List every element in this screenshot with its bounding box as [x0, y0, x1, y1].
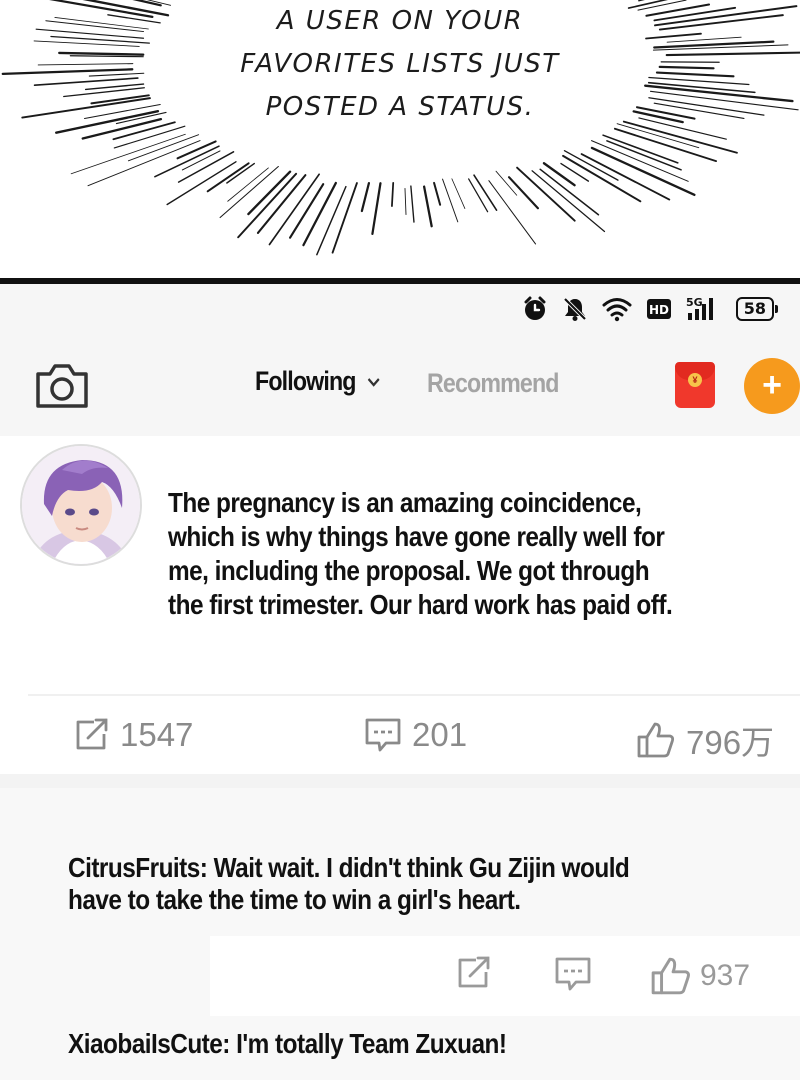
battery-level: 58: [735, 297, 774, 321]
hd-label: HD: [649, 303, 669, 317]
comment-line: XiaobaiIsCute: I'm totally Team Zuxuan!: [68, 1028, 507, 1059]
share-icon: [458, 956, 490, 988]
post-divider: [28, 694, 800, 696]
avatar-image: [22, 446, 140, 564]
share-button[interactable]: 1547: [74, 716, 193, 754]
thumbs-up-icon: [637, 722, 675, 758]
compose-button[interactable]: +: [744, 358, 800, 414]
battery-indicator: 58: [735, 297, 778, 321]
mute-icon: [563, 297, 587, 321]
narration-caption: A USER ON YOUR FAVORITES LISTS JUST POST…: [170, 0, 630, 129]
section-separator: [0, 774, 800, 788]
battery-cap: [775, 305, 778, 313]
network-label: 5G: [686, 296, 703, 309]
like-button[interactable]: 796万: [636, 716, 774, 764]
caption-line: A USER ON YOUR: [276, 6, 524, 36]
camera-icon: [36, 364, 88, 408]
post-line: the first trimester. Our hard work has p…: [168, 589, 673, 620]
post-text: The pregnancy is an amazing coincidence,…: [168, 486, 788, 622]
caption-line: POSTED A STATUS.: [265, 92, 535, 122]
post-line: me, including the proposal. We got throu…: [168, 555, 650, 586]
status-bar: HD 5G 58: [522, 294, 778, 324]
comment-item: CitrusFruits: Wait wait. I didn't think …: [68, 852, 713, 916]
comment-item: XiaobaiIsCute: I'm totally Team Zuxuan!: [68, 1028, 572, 1060]
comment-like-count: 937: [700, 959, 751, 992]
post-line: The pregnancy is an amazing coincidence,: [168, 487, 642, 518]
comment-line: have to take the time to win a girl's he…: [68, 884, 521, 915]
share-icon: [76, 718, 108, 750]
avatar[interactable]: [20, 444, 142, 566]
chevron-down-icon: [367, 377, 380, 387]
comments-section: CitrusFruits: Wait wait. I didn't think …: [0, 788, 800, 1080]
post-line: which is why things have gone really wel…: [168, 521, 665, 552]
tab-following[interactable]: Following: [255, 366, 380, 397]
red-packet-button[interactable]: ¥: [675, 362, 715, 408]
tab-following-label: Following: [255, 366, 356, 396]
comment-like-button[interactable]: 937: [650, 956, 750, 996]
signal-5g-icon: 5G: [686, 296, 713, 320]
comic-panel-top: A USER ON YOUR FAVORITES LISTS JUST POST…: [0, 0, 800, 280]
comment-icon: [365, 718, 401, 752]
alarm-icon: [524, 296, 546, 320]
comment-icon: [555, 957, 591, 991]
comment-button[interactable]: 201: [364, 716, 467, 754]
comment-share-button[interactable]: [456, 956, 492, 990]
like-count: 796万: [686, 724, 775, 761]
camera-button[interactable]: [34, 362, 90, 415]
comment-reply-button[interactable]: [554, 956, 592, 992]
share-count: 1547: [120, 716, 194, 753]
top-navigation: Following Recommend ¥ +: [0, 354, 800, 418]
status-post: The pregnancy is an amazing coincidence,…: [0, 436, 800, 774]
hd-icon: HD: [646, 299, 671, 319]
tab-recommend[interactable]: Recommend: [427, 368, 559, 399]
wifi-icon: [602, 298, 632, 322]
thumbs-up-icon: [651, 957, 690, 995]
caption-line: FAVORITES LISTS JUST: [240, 49, 560, 79]
comment-line: CitrusFruits: Wait wait. I didn't think …: [68, 852, 630, 883]
comment-actions: 937: [210, 936, 800, 1016]
red-packet-coin: ¥: [688, 373, 702, 387]
comment-count: 201: [412, 716, 468, 753]
phone-screen: HD 5G 58 Following Recommend ¥ + The pre…: [0, 284, 800, 1080]
